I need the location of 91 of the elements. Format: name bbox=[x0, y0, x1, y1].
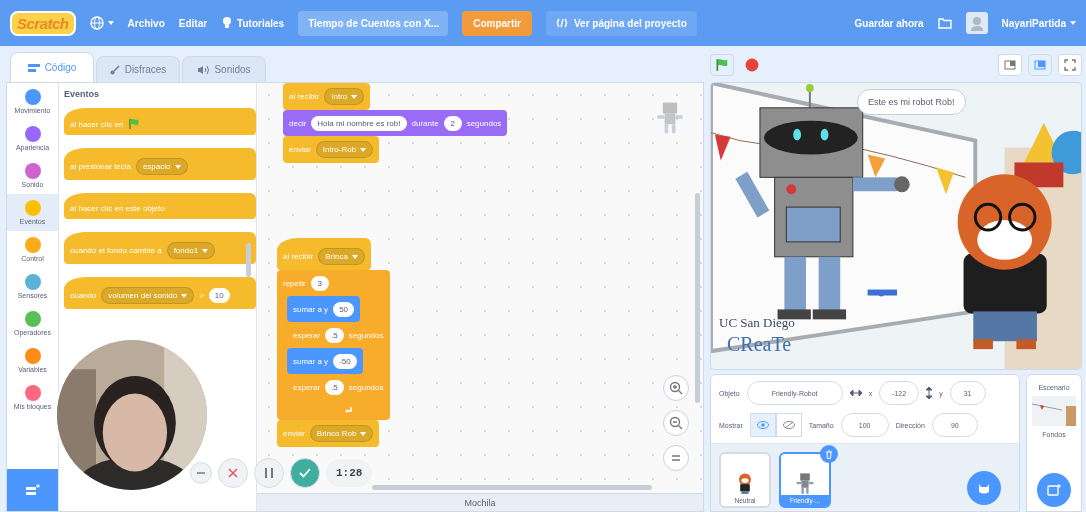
minus-icon bbox=[197, 472, 205, 474]
stage[interactable]: Este es mi robot Rob! UC San Diego CReaTe bbox=[710, 82, 1082, 370]
block-label: enviar bbox=[289, 145, 311, 154]
timer: 1:28 bbox=[326, 459, 373, 487]
value-input[interactable]: -50 bbox=[333, 353, 357, 369]
logo-text: UC San Diego bbox=[719, 315, 795, 331]
layout-icon bbox=[1004, 60, 1016, 70]
zoom-out-button[interactable] bbox=[663, 410, 689, 436]
block-label: al hacer clic en este objeto bbox=[70, 204, 165, 213]
loop-arrow-icon bbox=[344, 405, 353, 415]
caret-icon bbox=[351, 254, 358, 259]
block-label: > bbox=[199, 291, 204, 300]
delete-button[interactable] bbox=[820, 445, 838, 463]
block-label: sumar a y bbox=[293, 356, 329, 366]
block-label: repetir bbox=[283, 278, 306, 288]
value-input[interactable]: 2 bbox=[443, 115, 462, 131]
project-page-icon bbox=[555, 18, 568, 28]
scrollbar[interactable] bbox=[695, 193, 700, 403]
logo: Scratch bbox=[10, 10, 76, 36]
equals-icon bbox=[671, 454, 681, 462]
block-label: esperar bbox=[293, 382, 321, 392]
block-label: segundos bbox=[348, 330, 384, 340]
horizontal-arrows-icon bbox=[849, 390, 862, 396]
block-label: esperar bbox=[293, 330, 321, 340]
caret-icon bbox=[202, 248, 209, 253]
hide-toggle[interactable] bbox=[775, 413, 802, 437]
scrollbar[interactable] bbox=[246, 243, 251, 277]
block-label: durante bbox=[411, 118, 439, 128]
caret-icon bbox=[181, 293, 188, 298]
value-input[interactable]: 50 bbox=[333, 301, 355, 317]
caret-icon bbox=[174, 164, 181, 169]
block-label: enviar bbox=[283, 429, 305, 438]
palette-heading: Eventos bbox=[64, 89, 100, 99]
fullscreen-button[interactable] bbox=[1058, 54, 1082, 76]
reset-zoom-button[interactable] bbox=[663, 445, 689, 471]
brush-icon bbox=[109, 64, 120, 75]
fullscreen-icon bbox=[1064, 59, 1076, 71]
eye-icon bbox=[756, 421, 769, 429]
speaker-icon bbox=[197, 64, 210, 75]
backdrop-thumbnail bbox=[1032, 396, 1076, 426]
block-label: al presionar tecla bbox=[70, 162, 131, 171]
value-input[interactable]: .5 bbox=[325, 327, 344, 343]
block-label: sumar a y bbox=[293, 304, 329, 314]
folder-icon[interactable] bbox=[937, 17, 952, 29]
language-menu[interactable] bbox=[89, 16, 114, 30]
trash-icon bbox=[825, 449, 833, 459]
value-input[interactable]: 10 bbox=[208, 288, 230, 303]
scrollbar[interactable] bbox=[372, 485, 652, 490]
speech-bubble: Este es mi robot Rob! bbox=[857, 89, 966, 115]
check-icon bbox=[299, 468, 311, 478]
backpack-bar[interactable]: Mochila bbox=[257, 493, 703, 511]
caret-icon bbox=[107, 21, 114, 25]
vertical-arrows-icon bbox=[926, 387, 933, 399]
caret-icon bbox=[360, 431, 367, 436]
layout-icon bbox=[1034, 60, 1046, 70]
extension-button[interactable] bbox=[7, 469, 58, 511]
block-label: segundos bbox=[348, 382, 384, 392]
block-label: al recibir bbox=[289, 92, 320, 101]
block-label: al hacer clic en bbox=[70, 119, 124, 129]
lightbulb-icon bbox=[221, 16, 234, 30]
block-label: cuando bbox=[70, 291, 97, 300]
block-label: al recibir bbox=[283, 252, 314, 261]
value-input[interactable]: .5 bbox=[325, 379, 344, 395]
flag-icon bbox=[715, 58, 729, 72]
zoom-in-button[interactable] bbox=[663, 375, 689, 401]
block-label: cuando el fondo cambie a bbox=[70, 246, 162, 255]
caret-icon bbox=[360, 147, 367, 152]
block-label: decir bbox=[289, 118, 307, 128]
eye-slash-icon bbox=[782, 421, 795, 429]
block-label: segundos bbox=[466, 118, 502, 128]
small-stage-button[interactable] bbox=[998, 54, 1022, 76]
image-add-icon bbox=[1047, 484, 1061, 496]
show-toggle[interactable] bbox=[749, 413, 776, 437]
logo-text: CReaTe bbox=[727, 333, 792, 356]
add-backdrop-button[interactable] bbox=[1037, 473, 1071, 507]
pause-icon bbox=[265, 468, 273, 478]
caret-icon bbox=[351, 94, 358, 99]
add-sprite-button[interactable] bbox=[967, 471, 1001, 505]
normal-stage-button[interactable] bbox=[1028, 54, 1052, 76]
code-icon bbox=[27, 62, 40, 73]
zoom-in-icon bbox=[669, 381, 683, 395]
zoom-out-icon bbox=[669, 416, 683, 430]
value-input[interactable]: 3 bbox=[310, 275, 329, 291]
flag-icon bbox=[128, 118, 141, 130]
stop-icon bbox=[745, 58, 759, 72]
close-icon bbox=[228, 468, 238, 478]
flag-button[interactable] bbox=[710, 54, 734, 76]
globe-icon bbox=[89, 16, 104, 30]
extension-icon bbox=[24, 483, 41, 497]
caret-icon bbox=[1070, 21, 1076, 25]
value-input[interactable]: Hola mi nombre es rob! bbox=[311, 115, 407, 131]
